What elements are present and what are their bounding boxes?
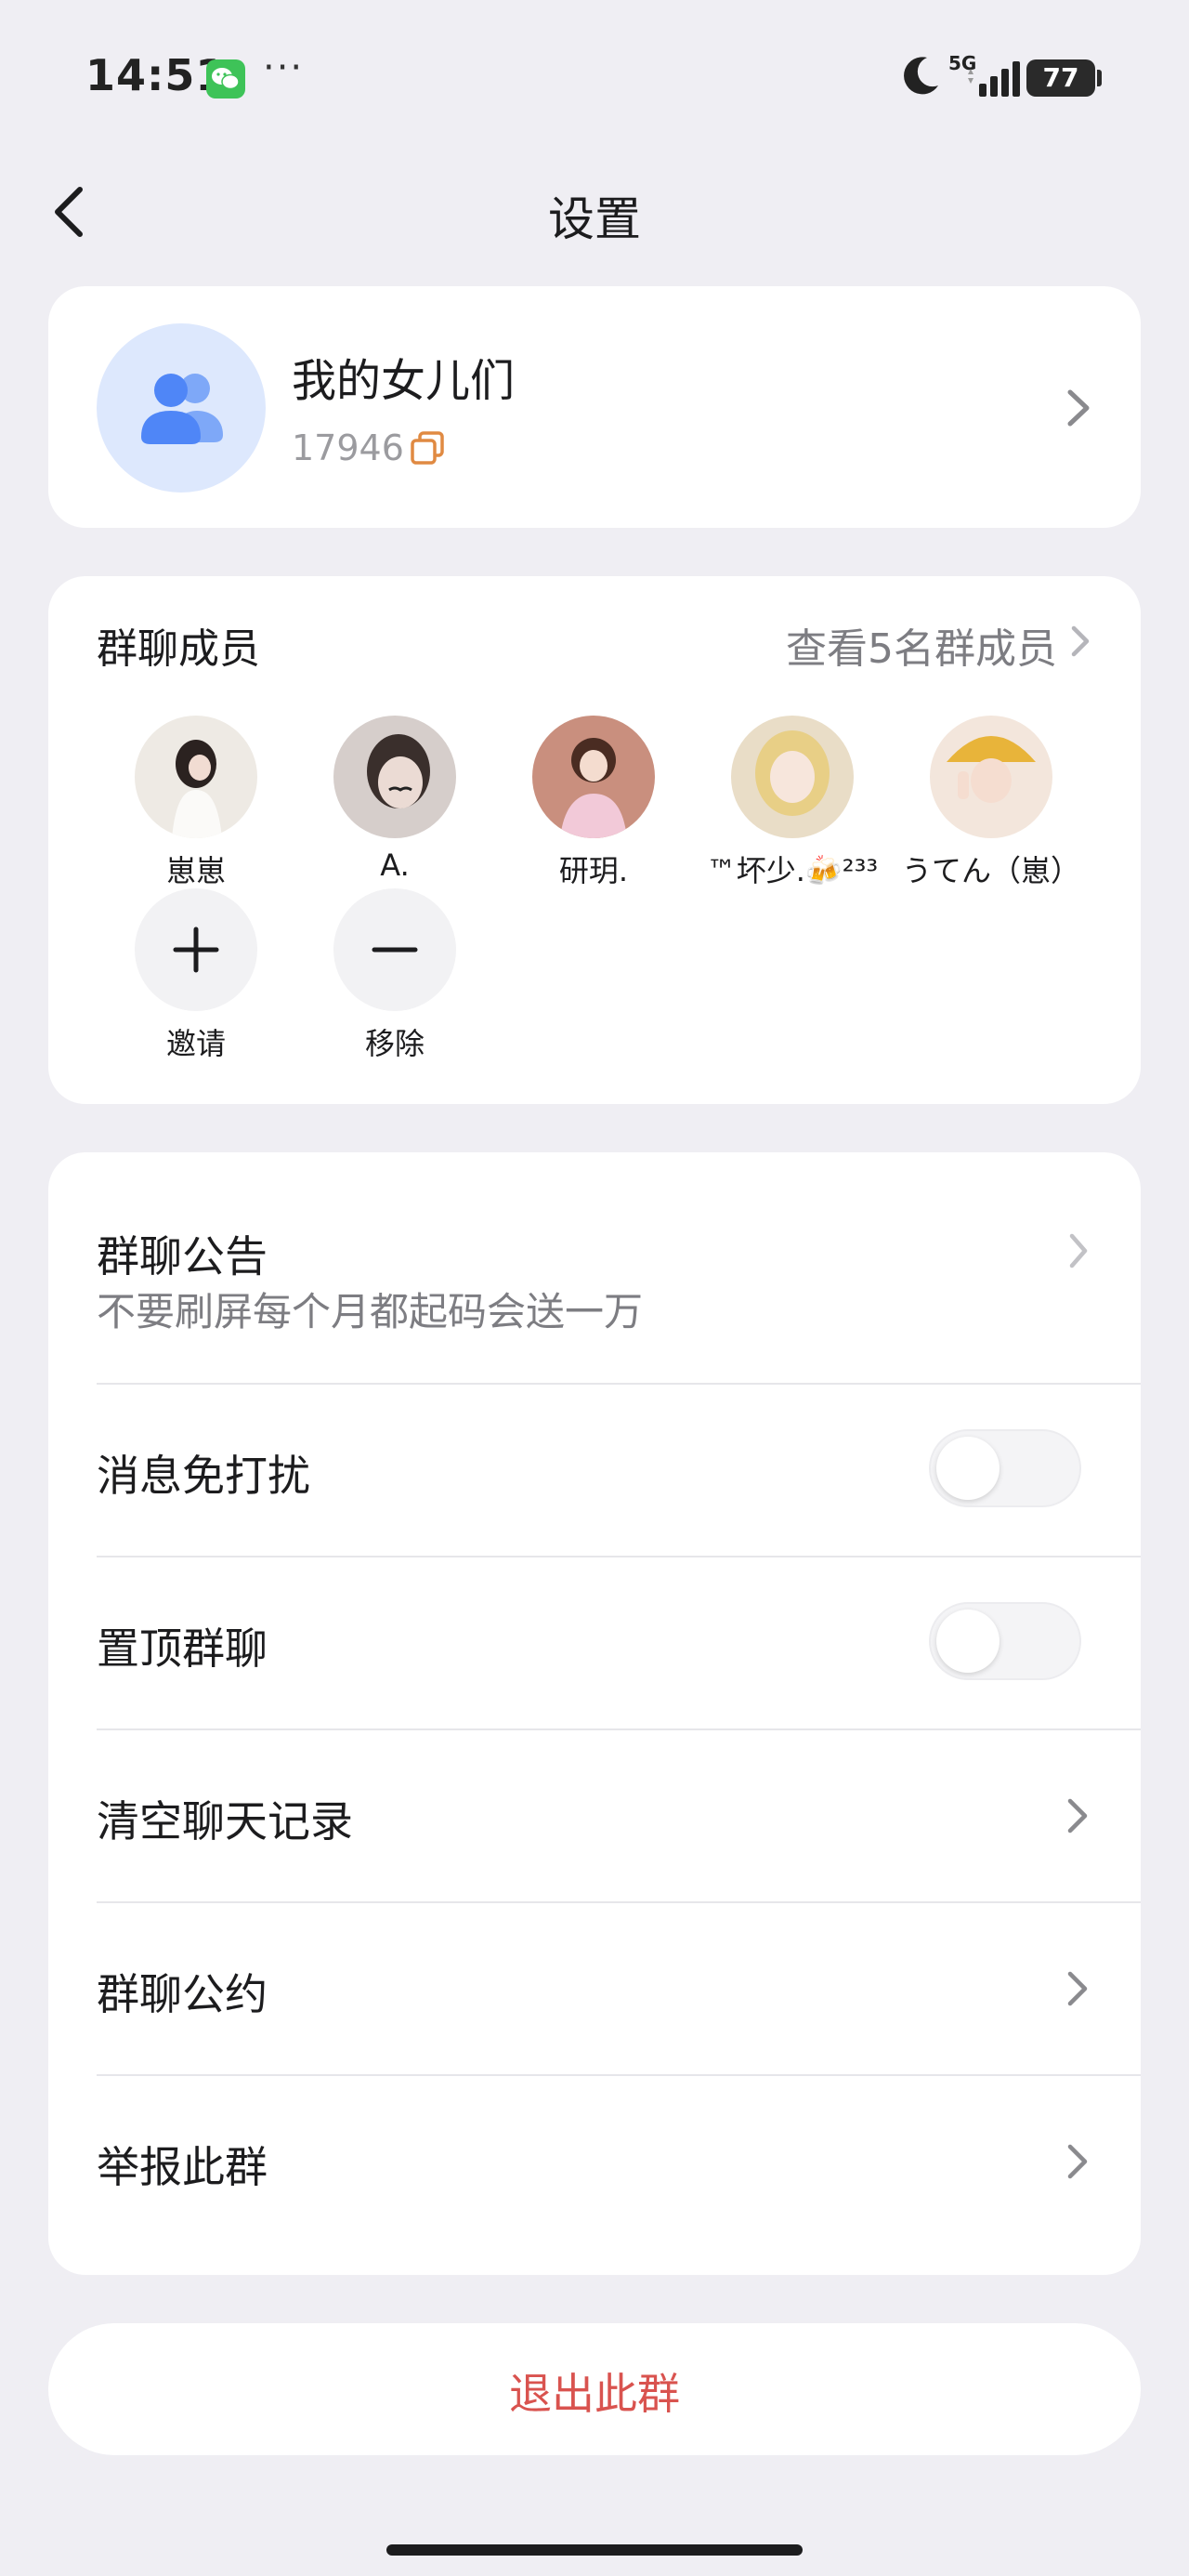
pin-toggle[interactable] — [929, 1602, 1081, 1680]
group-people-icon — [141, 374, 223, 444]
pin-row: 置顶群聊 — [48, 1557, 1141, 1728]
group-info-card[interactable]: 我的女儿们 17946 — [48, 286, 1141, 528]
member-item[interactable]: うてん（崽） — [892, 716, 1091, 890]
member-name: ™坏少.🍻²³³ — [706, 853, 879, 888]
remove-member-button[interactable]: 移除 — [295, 888, 494, 1063]
chevron-right-icon[interactable] — [1068, 623, 1092, 660]
member-item[interactable]: A. — [295, 716, 494, 883]
battery-cap — [1097, 70, 1102, 86]
group-id: 17946 — [292, 427, 404, 468]
battery-level: 77 — [1026, 59, 1095, 97]
chevron-right-icon — [1069, 1233, 1088, 1268]
member-item[interactable]: 研玥. — [494, 716, 693, 890]
pin-label: 置顶群聊 — [97, 1623, 268, 1674]
remove-circle — [333, 888, 456, 1011]
chevron-right-icon — [1067, 389, 1090, 427]
member-name: A. — [380, 848, 410, 883]
minus-icon — [372, 947, 418, 953]
member-avatar — [333, 716, 456, 838]
chevron-right-icon — [1067, 2144, 1088, 2179]
toggle-knob — [936, 1610, 1000, 1673]
clear-history-row[interactable]: 清空聊天记录 — [48, 1730, 1141, 1901]
announcement-text: 不要刷屏每个月都起码会送一万 — [97, 1289, 644, 1334]
wechat-notification-icon — [206, 59, 245, 99]
remove-label: 移除 — [364, 1026, 425, 1061]
mute-row: 消息免打扰 — [48, 1385, 1141, 1556]
member-avatar — [731, 716, 854, 838]
group-rules-label: 群聊公约 — [97, 1969, 268, 2019]
member-name: 研玥. — [558, 853, 629, 888]
members-card: 群聊成员 查看5名群成员 崽崽 A. 研玥. ™坏少.🍻²³³ うてん（崽） 邀… — [48, 576, 1141, 1104]
copy-icon[interactable] — [409, 429, 446, 467]
chevron-right-icon — [1067, 1798, 1088, 1833]
exit-group-label: 退出此群 — [509, 2369, 680, 2419]
invite-member-button[interactable]: 邀请 — [97, 888, 295, 1063]
invite-circle — [135, 888, 257, 1011]
page-title: 设置 — [548, 192, 641, 246]
plus-icon — [173, 927, 219, 973]
more-notifications-icon: ··· — [263, 46, 305, 89]
home-indicator[interactable] — [386, 2544, 803, 2556]
do-not-disturb-moon-icon — [904, 57, 938, 95]
exit-group-button[interactable]: 退出此群 — [48, 2323, 1141, 2455]
settings-card: 群聊公告 不要刷屏每个月都起码会送一万 消息免打扰 置顶群聊 清空聊天记录 群聊… — [48, 1152, 1141, 2275]
member-avatar — [532, 716, 655, 838]
member-item[interactable]: 崽崽 — [97, 716, 295, 890]
group-rules-row[interactable]: 群聊公约 — [48, 1903, 1141, 2074]
member-avatar — [930, 716, 1052, 838]
group-avatar — [97, 323, 266, 493]
status-time: 14:51 — [85, 50, 227, 100]
report-group-row[interactable]: 举报此群 — [48, 2076, 1141, 2247]
member-name: 崽崽 — [165, 853, 226, 888]
invite-label: 邀请 — [165, 1026, 226, 1061]
chevron-right-icon — [1067, 1971, 1088, 2006]
members-title: 群聊成员 — [97, 625, 260, 673]
announcement-row[interactable]: 群聊公告 不要刷屏每个月都起码会送一万 — [48, 1152, 1141, 1383]
status-bar: 14:51 ··· 5G 77 — [0, 0, 1189, 158]
view-all-members-link[interactable]: 查看5名群成员 — [786, 615, 1057, 675]
signal-strength-icon — [968, 61, 1020, 97]
toggle-knob — [936, 1437, 1000, 1500]
group-name: 我的女儿们 — [292, 355, 516, 407]
clear-history-label: 清空聊天记录 — [97, 1796, 353, 1847]
member-avatar — [135, 716, 257, 838]
member-item[interactable]: ™坏少.🍻²³³ — [693, 716, 892, 890]
mute-toggle[interactable] — [929, 1429, 1081, 1507]
mute-label: 消息免打扰 — [97, 1451, 310, 1501]
announcement-label: 群聊公告 — [97, 1231, 268, 1281]
member-name: うてん（崽） — [901, 853, 1080, 888]
report-group-label: 举报此群 — [97, 2142, 268, 2192]
